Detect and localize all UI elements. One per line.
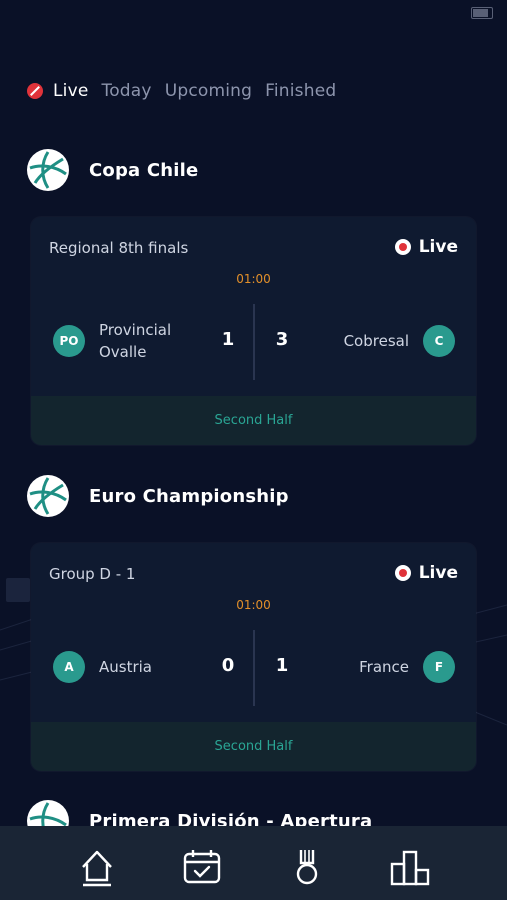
away-team-name: France (359, 658, 409, 676)
away-team: France F (359, 630, 455, 704)
live-ball-icon (27, 83, 43, 99)
home-icon (82, 850, 112, 887)
match-clock: 01:00 (236, 598, 271, 612)
podium-icon (390, 850, 430, 886)
tab-today[interactable]: Today (102, 81, 152, 101)
match-clock: 01:00 (236, 272, 271, 286)
home-team: PO Provincial Ovalle (53, 304, 199, 378)
away-team: Cobresal C (344, 304, 455, 378)
match-card[interactable]: Group D - 1 Live 01:00 A Austria 0 1 Fra… (31, 543, 476, 771)
nav-fixtures[interactable] (183, 847, 221, 887)
match-period: Second Half (31, 722, 476, 771)
league-header[interactable]: Copa Chile (27, 149, 198, 191)
match-round: Group D - 1 (49, 565, 136, 583)
live-badge-label: Live (418, 563, 458, 583)
league-name: Copa Chile (89, 159, 199, 181)
nav-competitions[interactable] (290, 847, 324, 887)
home-team-name: Austria (99, 658, 152, 676)
home-team-name: Provincial Ovalle (99, 321, 172, 361)
home-score: 1 (221, 329, 235, 350)
tab-finished[interactable]: Finished (265, 81, 336, 101)
live-badge: Live (394, 237, 458, 257)
league-name: Euro Championship (89, 485, 289, 507)
match-filter-tabs: Live Today Upcoming Finished (27, 78, 349, 104)
away-team-badge: C (423, 325, 455, 357)
away-score: 3 (275, 329, 289, 350)
away-team-name: Cobresal (343, 332, 409, 350)
tab-live-label: Live (53, 81, 89, 101)
match-card[interactable]: Regional 8th finals Live 01:00 PO Provin… (31, 217, 476, 445)
live-badge: Live (394, 563, 458, 583)
league-header[interactable]: Euro Championship (27, 475, 289, 517)
calendar-check-icon (183, 850, 221, 884)
volleyball-icon (27, 475, 69, 517)
away-score: 1 (275, 655, 289, 676)
home-team: A Austria (53, 630, 199, 704)
nav-home[interactable] (80, 847, 114, 887)
battery-icon (471, 7, 493, 19)
home-score: 0 (221, 655, 235, 676)
match-round: Regional 8th finals (49, 239, 189, 257)
tab-upcoming[interactable]: Upcoming (165, 81, 252, 101)
home-team-badge: PO (53, 325, 85, 357)
status-bar (0, 0, 507, 28)
score-divider (253, 630, 255, 706)
live-dot-icon (394, 239, 411, 255)
away-team-badge: F (423, 651, 455, 683)
live-badge-label: Live (418, 237, 458, 257)
tab-live[interactable]: Live (27, 81, 89, 101)
live-dot-icon (394, 565, 411, 581)
medal-icon (296, 850, 318, 885)
home-team-badge: A (53, 651, 85, 683)
score-divider (253, 304, 255, 380)
match-period: Second Half (31, 396, 476, 445)
nav-standings[interactable] (390, 847, 430, 887)
volleyball-icon (27, 149, 69, 191)
bottom-navigation (0, 826, 507, 900)
